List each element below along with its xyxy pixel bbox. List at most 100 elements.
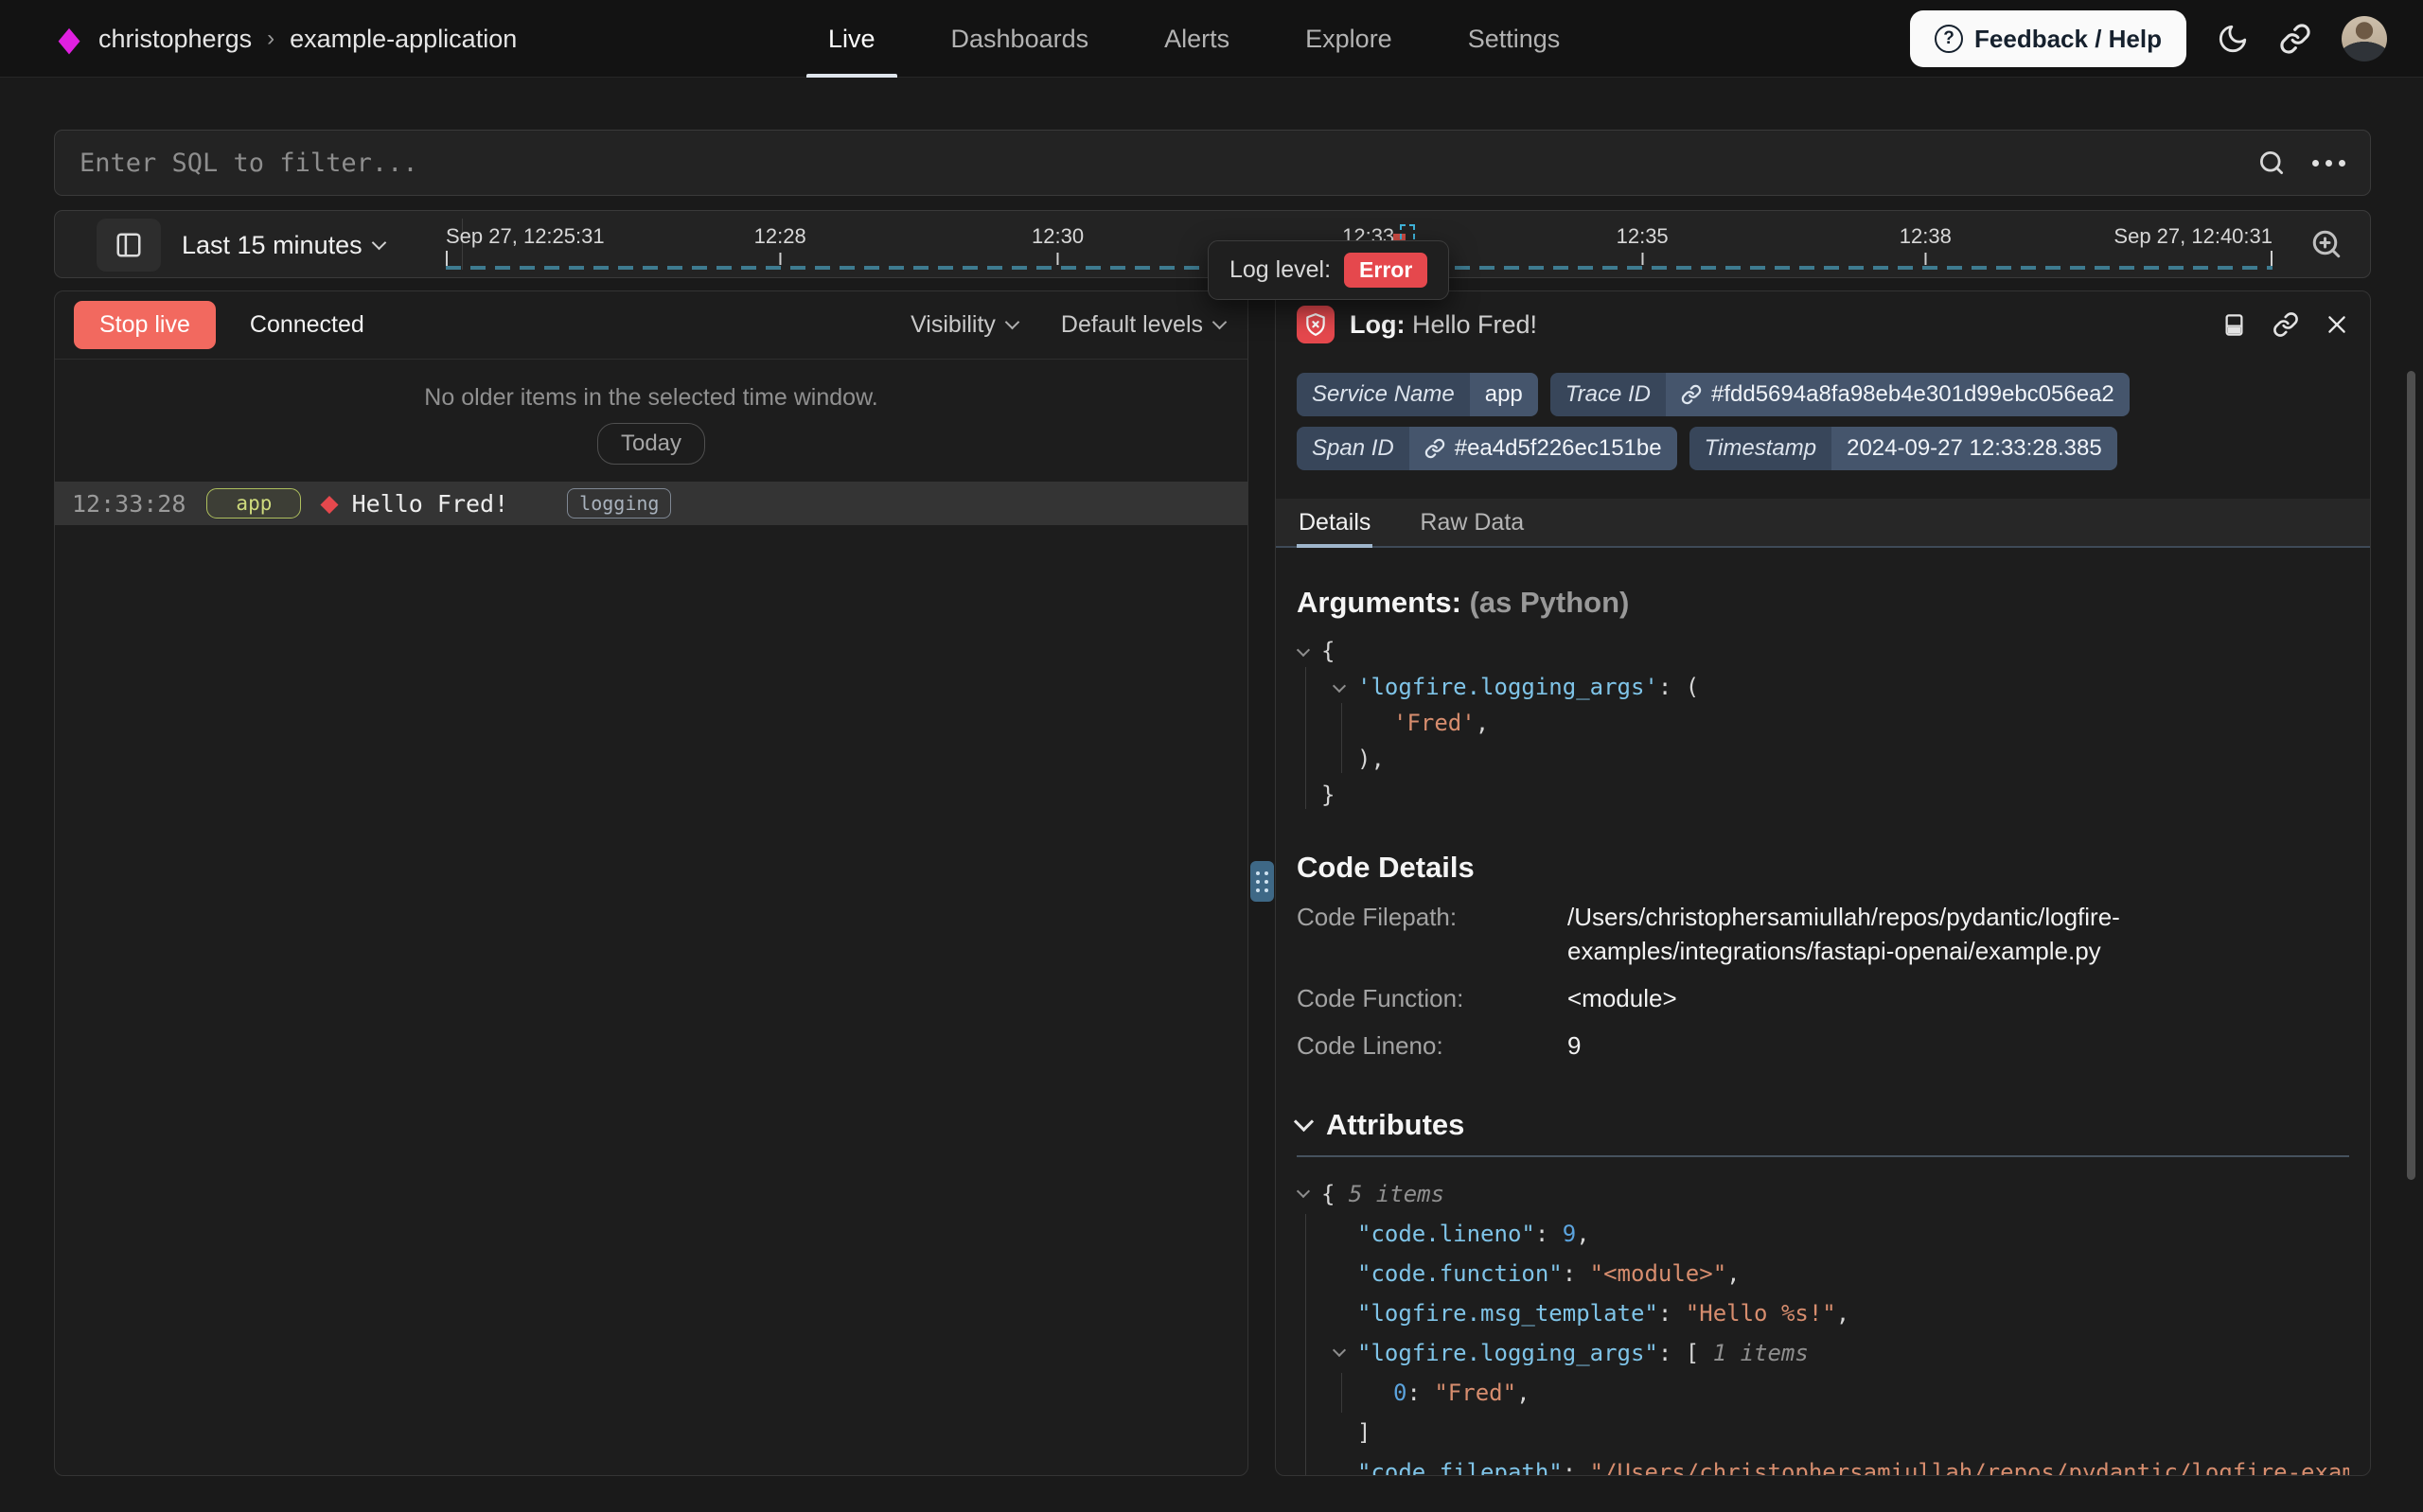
chevron-down-icon	[371, 235, 386, 250]
service-badge: app	[206, 488, 301, 519]
meta-tag-timestamp[interactable]: Timestamp2024-09-27 12:33:28.385	[1689, 427, 2117, 470]
tick-label: 12:38	[1900, 224, 1952, 249]
diamond-icon: ◆	[58, 23, 80, 57]
live-logs-panel: Stop live Connected Visibility Default l…	[54, 290, 1248, 1476]
arguments-code-block: {'logfire.logging_args': ('Fred',),}	[1297, 633, 2349, 813]
detail-title-message: Hello Fred!	[1412, 310, 1537, 339]
code-line: ),	[1297, 741, 2349, 777]
detail-actions	[2221, 311, 2349, 338]
detail-close-button[interactable]	[2325, 312, 2349, 337]
today-button[interactable]: Today	[597, 423, 705, 465]
code-segment: 0	[1393, 1380, 1406, 1406]
panel-resize-handle[interactable]	[1250, 861, 1274, 902]
detail-link-button[interactable]	[2273, 311, 2299, 338]
top-nav: ◆ christophergs › example-application Li…	[0, 0, 2423, 78]
nav-tab-explore[interactable]: Explore	[1283, 0, 1414, 78]
user-avatar[interactable]	[2342, 16, 2387, 62]
arguments-heading-text: Arguments:	[1297, 586, 1461, 619]
code-segment: "Fred"	[1434, 1380, 1516, 1406]
tick-label: 12:28	[754, 224, 806, 249]
collapse-chevron-icon[interactable]	[1297, 1185, 1310, 1198]
code-segment: ),	[1357, 746, 1385, 772]
collapse-chevron-icon[interactable]	[1297, 643, 1310, 657]
logfire-logo[interactable]: ◆	[55, 21, 83, 59]
default-levels-dropdown[interactable]: Default levels	[1061, 311, 1225, 339]
panel-toggle-icon	[115, 231, 143, 259]
sidebar-toggle-button[interactable]	[97, 219, 161, 272]
meta-tag-value: #fdd5694a8fa98eb4e301d99ebc056ea2	[1666, 373, 2130, 416]
log-row-time: 12:33:28	[72, 490, 186, 518]
detail-content: Arguments: (as Python) {'logfire.logging…	[1276, 548, 2370, 1476]
nav-tab-alerts[interactable]: Alerts	[1142, 0, 1251, 78]
error-level-badge: Error	[1344, 253, 1427, 288]
detail-tabs: Details Raw Data	[1276, 499, 2370, 548]
detail-view-button[interactable]	[2221, 312, 2247, 338]
detail-tab-details[interactable]: Details	[1297, 499, 1372, 546]
meta-tag-span-id[interactable]: Span ID#ea4d5f226ec151be	[1297, 427, 1677, 470]
shield-x-icon	[1297, 306, 1335, 343]
nav-tab-settings[interactable]: Settings	[1446, 0, 1583, 78]
tick-line	[1924, 253, 1926, 265]
nav-tab-live[interactable]: Live	[806, 0, 897, 78]
code-segment: "code.lineno"	[1357, 1221, 1535, 1247]
code-segment: ,	[1836, 1300, 1849, 1327]
code-segment: ,	[1726, 1260, 1740, 1287]
meta-tag-value-text: #fdd5694a8fa98eb4e301d99ebc056ea2	[1711, 381, 2114, 408]
share-link-button[interactable]	[2279, 23, 2311, 55]
theme-toggle-button[interactable]	[2217, 23, 2249, 55]
log-row[interactable]: 12:33:28 app ◆ Hello Fred! logging	[55, 482, 1247, 525]
visibility-dropdown[interactable]: Visibility	[911, 311, 1017, 339]
code-line: "logfire.msg_template": "Hello %s!",	[1297, 1293, 2349, 1333]
meta-tag-service-name[interactable]: Service Nameapp	[1297, 373, 1538, 416]
link-icon	[1424, 438, 1445, 459]
code-detail-label: Code Filepath:	[1297, 900, 1567, 934]
collapse-chevron-icon[interactable]	[1333, 679, 1346, 693]
moon-icon	[2217, 23, 2249, 55]
meta-tag-label: Service Name	[1297, 373, 1470, 416]
code-detail-label: Code Function:	[1297, 981, 1567, 1015]
breadcrumb: christophergs › example-application	[98, 0, 517, 78]
code-line: { 5 items	[1297, 1174, 2349, 1214]
question-circle-icon	[1935, 25, 1963, 53]
detail-tab-raw-data[interactable]: Raw Data	[1418, 499, 1526, 546]
zoom-in-icon	[2309, 227, 2343, 261]
code-line: "logfire.logging_args": [ 1 items	[1297, 1333, 2349, 1373]
error-diamond-icon: ◆	[320, 492, 338, 516]
code-line: 'Fred',	[1297, 705, 2349, 741]
detail-title-prefix: Log:	[1350, 310, 1405, 339]
breadcrumb-project[interactable]: example-application	[290, 25, 517, 54]
timeline-end-tick	[2271, 251, 2273, 266]
tooltip-label: Log level:	[1229, 256, 1331, 284]
search-button[interactable]	[2257, 149, 2286, 177]
code-details-rows: Code Filepath:/Users/christophersamiulla…	[1297, 900, 2349, 1063]
code-segment: ,	[1476, 710, 1489, 736]
code-segment: "<module>"	[1590, 1260, 1727, 1287]
timeline-zoom-button[interactable]	[2309, 227, 2343, 261]
time-range-selector[interactable]: Last 15 minutes	[182, 211, 384, 279]
code-line: {	[1297, 633, 2349, 669]
attributes-heading[interactable]: Attributes	[1297, 1108, 2349, 1142]
log-row-message: Hello Fred!	[352, 490, 509, 518]
tick-line	[1641, 253, 1643, 265]
sql-filter-input[interactable]	[80, 149, 2257, 178]
detail-title: Log: Hello Fred!	[1350, 310, 1537, 340]
connection-status: Connected	[250, 311, 364, 339]
code-segment: :	[1406, 1380, 1434, 1406]
code-detail-label: Code Lineno:	[1297, 1029, 1567, 1063]
feedback-help-button[interactable]: Feedback / Help	[1910, 10, 2186, 67]
code-segment: 'Fred'	[1393, 710, 1476, 736]
collapse-chevron-icon[interactable]	[1333, 1344, 1346, 1357]
breadcrumb-org[interactable]: christophergs	[98, 25, 252, 54]
filter-more-button[interactable]	[2312, 160, 2345, 167]
code-segment: 'logfire.logging_args'	[1357, 674, 1658, 700]
code-segment: {	[1321, 1181, 1349, 1207]
sql-filter-bar	[54, 130, 2371, 196]
nav-tab-dashboards[interactable]: Dashboards	[929, 0, 1111, 78]
stop-live-button[interactable]: Stop live	[74, 301, 216, 349]
nav-right-cluster: Feedback / Help	[1910, 0, 2387, 78]
scrollbar-thumb[interactable]	[2407, 371, 2415, 1180]
timeline-tick-12-38: 12:38	[1900, 224, 1952, 265]
link-icon	[2273, 311, 2299, 338]
meta-tag-trace-id[interactable]: Trace ID#fdd5694a8fa98eb4e301d99ebc056ea…	[1550, 373, 2130, 416]
meta-tag-value: 2024-09-27 12:33:28.385	[1831, 427, 2117, 470]
